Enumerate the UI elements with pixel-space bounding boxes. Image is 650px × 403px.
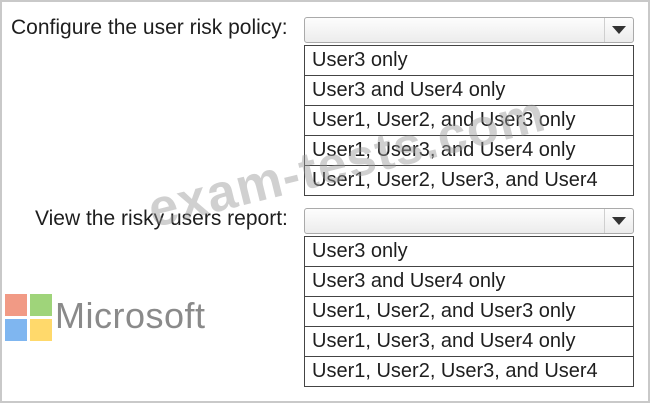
option-user3-only[interactable]: User3 only xyxy=(305,45,633,75)
option-user1-user2-user3-only[interactable]: User1, User2, and User3 only xyxy=(305,296,633,326)
option-user3-user4-only[interactable]: User3 and User4 only xyxy=(305,75,633,105)
risky-users-report-dropdown[interactable] xyxy=(304,208,634,234)
option-all-users[interactable]: User1, User2, User3, and User4 xyxy=(305,165,633,195)
logo-green-square xyxy=(30,294,52,316)
option-user1-user3-user4-only[interactable]: User1, User3, and User4 only xyxy=(305,326,633,356)
risky-users-report-label: View the risky users report: xyxy=(35,207,288,230)
option-user1-user2-user3-only[interactable]: User1, User2, and User3 only xyxy=(305,105,633,135)
logo-yellow-square xyxy=(30,319,52,341)
risky-users-report-options: User3 only User3 and User4 only User1, U… xyxy=(304,236,634,387)
logo-blue-square xyxy=(5,319,27,341)
user-risk-policy-options: User3 only User3 and User4 only User1, U… xyxy=(304,45,634,196)
option-user3-user4-only[interactable]: User3 and User4 only xyxy=(305,266,633,296)
option-user1-user3-user4-only[interactable]: User1, User3, and User4 only xyxy=(305,135,633,165)
answer-area: Configure the user risk policy: User3 on… xyxy=(0,0,650,403)
chevron-down-icon[interactable] xyxy=(604,18,633,42)
option-all-users[interactable]: User1, User2, User3, and User4 xyxy=(305,356,633,386)
option-user3-only[interactable]: User3 only xyxy=(305,236,633,266)
user-risk-policy-dropdown[interactable] xyxy=(304,17,634,43)
microsoft-wordmark: Microsoft xyxy=(55,295,206,336)
microsoft-logo-icon xyxy=(5,294,52,341)
logo-red-square xyxy=(5,294,27,316)
user-risk-policy-label: Configure the user risk policy: xyxy=(11,16,288,39)
chevron-down-icon[interactable] xyxy=(604,209,633,233)
